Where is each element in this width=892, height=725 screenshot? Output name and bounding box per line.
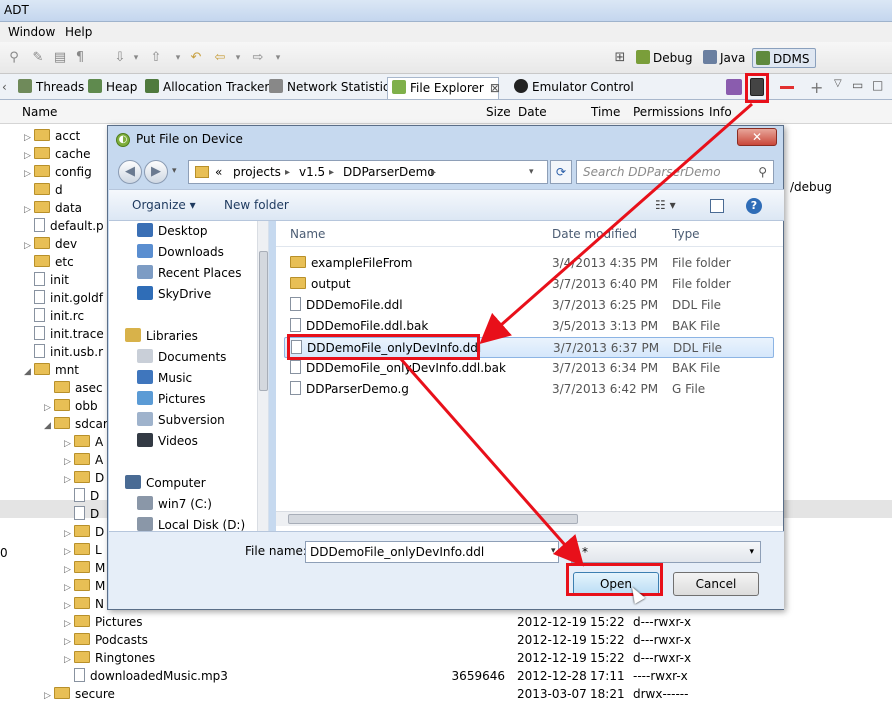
annotation-arrow-1 [479,102,753,344]
annotation-arrows [398,102,753,567]
annotation-arrow-2 [398,357,584,567]
